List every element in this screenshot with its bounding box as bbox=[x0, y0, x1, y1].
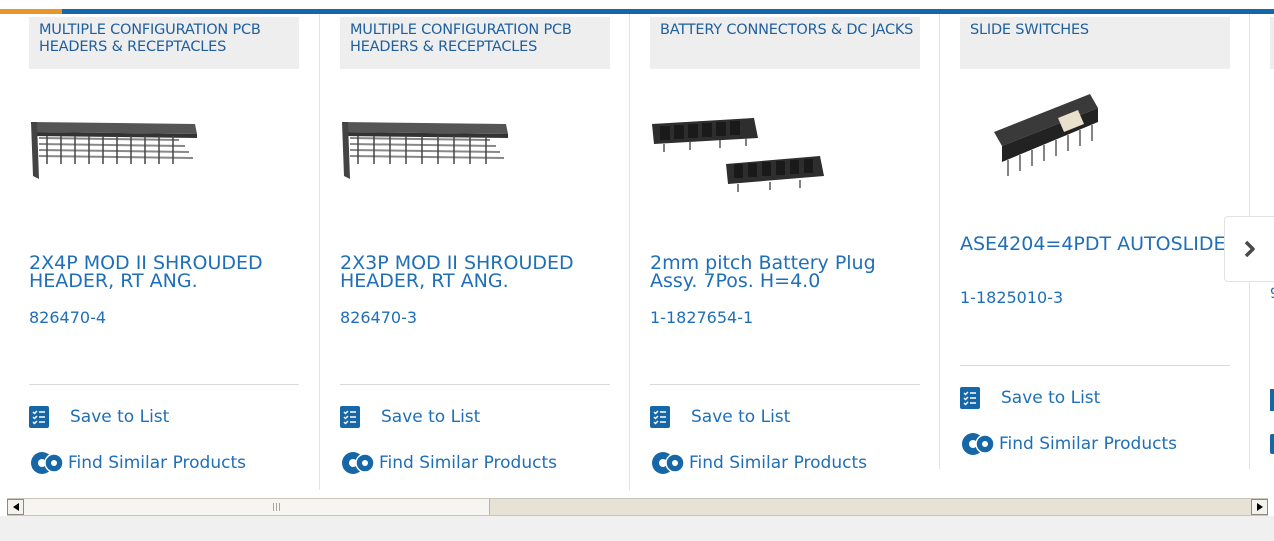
next-card-save-icon-peek bbox=[1270, 389, 1274, 411]
part-number[interactable]: 826470-4 bbox=[29, 308, 106, 327]
save-to-list-button[interactable]: Save to List bbox=[340, 404, 480, 430]
divider bbox=[650, 384, 920, 385]
carousel-next-button[interactable] bbox=[1224, 216, 1274, 282]
scroll-right-button[interactable] bbox=[1251, 499, 1268, 515]
product-card: SLIDE SWITCHES ASE4204=4PDT AUTOSLIDE 1-… bbox=[960, 14, 1240, 490]
arrow-left-icon bbox=[12, 503, 19, 511]
checklist-icon bbox=[29, 406, 49, 428]
save-to-list-button[interactable]: Save to List bbox=[650, 404, 790, 430]
divider bbox=[960, 365, 1230, 366]
product-card: MULTIPLE CONFIGURATION PCB HEADERS & REC… bbox=[340, 14, 620, 490]
save-to-list-label: Save to List bbox=[381, 407, 481, 427]
gears-icon bbox=[31, 452, 64, 474]
horizontal-scrollbar[interactable] bbox=[7, 498, 1268, 516]
part-number[interactable]: 1-1827654-1 bbox=[650, 308, 753, 327]
category-label[interactable]: SLIDE SWITCHES bbox=[960, 17, 1230, 69]
gears-icon bbox=[342, 452, 375, 474]
product-image[interactable] bbox=[650, 94, 830, 204]
next-card-category-peek bbox=[1270, 17, 1274, 69]
divider bbox=[340, 384, 610, 385]
product-card: BATTERY CONNECTORS & DC JACKS 2mm pitch … bbox=[650, 14, 930, 490]
product-image[interactable] bbox=[340, 94, 520, 204]
scroll-left-button[interactable] bbox=[7, 499, 24, 515]
scrollbar-thumb[interactable] bbox=[24, 499, 490, 515]
save-to-list-label: Save to List bbox=[70, 407, 170, 427]
gears-icon bbox=[962, 433, 995, 455]
find-similar-label: Find Similar Products bbox=[68, 453, 246, 473]
save-to-list-label: Save to List bbox=[1001, 388, 1101, 408]
save-to-list-button[interactable]: Save to List bbox=[29, 404, 169, 430]
find-similar-label: Find Similar Products bbox=[999, 434, 1177, 454]
chevron-right-icon bbox=[1244, 240, 1255, 258]
next-card-part-number-peek: 9 bbox=[1270, 286, 1274, 300]
product-title[interactable]: 2X3P MOD II SHROUDED HEADER, RT ANG. bbox=[340, 254, 610, 291]
product-card: MULTIPLE CONFIGURATION PCB HEADERS & REC… bbox=[29, 14, 309, 490]
product-carousel: MULTIPLE CONFIGURATION PCB HEADERS & REC… bbox=[0, 14, 1274, 490]
next-card-gears-icon-peek bbox=[1270, 434, 1274, 454]
save-to-list-label: Save to List bbox=[691, 407, 791, 427]
divider bbox=[29, 384, 299, 385]
find-similar-button[interactable]: Find Similar Products bbox=[29, 450, 246, 476]
save-to-list-button[interactable]: Save to List bbox=[960, 385, 1100, 411]
checklist-icon bbox=[960, 387, 980, 409]
scrollbar-grip bbox=[273, 503, 282, 511]
checklist-icon bbox=[650, 406, 670, 428]
find-similar-button[interactable]: Find Similar Products bbox=[650, 450, 867, 476]
gears-icon bbox=[652, 452, 685, 474]
product-title[interactable]: 2X4P MOD II SHROUDED HEADER, RT ANG. bbox=[29, 254, 299, 291]
product-title[interactable]: ASE4204=4PDT AUTOSLIDE bbox=[960, 235, 1230, 254]
category-label[interactable]: MULTIPLE CONFIGURATION PCB HEADERS & REC… bbox=[340, 17, 610, 69]
find-similar-label: Find Similar Products bbox=[379, 453, 557, 473]
card-divider bbox=[319, 14, 320, 490]
find-similar-button[interactable]: Find Similar Products bbox=[340, 450, 557, 476]
part-number[interactable]: 826470-3 bbox=[340, 308, 417, 327]
product-title[interactable]: 2mm pitch Battery Plug Assy. 7Pos. H=4.0 bbox=[650, 254, 920, 291]
product-image[interactable] bbox=[960, 88, 1140, 198]
category-label[interactable]: MULTIPLE CONFIGURATION PCB HEADERS & REC… bbox=[29, 17, 299, 69]
checklist-icon bbox=[340, 406, 360, 428]
card-divider bbox=[629, 14, 630, 490]
page-footer-area bbox=[0, 516, 1274, 541]
find-similar-label: Find Similar Products bbox=[689, 453, 867, 473]
card-divider bbox=[939, 14, 940, 469]
part-number[interactable]: 1-1825010-3 bbox=[960, 288, 1063, 307]
category-label[interactable]: BATTERY CONNECTORS & DC JACKS bbox=[650, 17, 920, 69]
product-image[interactable] bbox=[29, 94, 209, 204]
arrow-right-icon bbox=[1256, 503, 1263, 511]
find-similar-button[interactable]: Find Similar Products bbox=[960, 431, 1177, 457]
